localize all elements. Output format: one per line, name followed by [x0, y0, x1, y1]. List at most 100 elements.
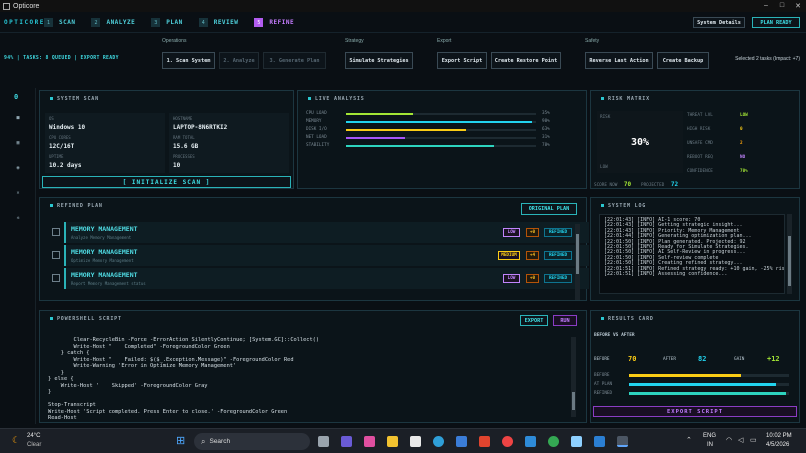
result-bar-track: [629, 374, 789, 377]
log-scrollbar[interactable]: [787, 214, 792, 294]
plan-checkbox[interactable]: [52, 251, 60, 259]
brave-icon[interactable]: [479, 436, 490, 447]
notepad-icon[interactable]: [571, 436, 582, 447]
plan-item[interactable]: MEMORY MANAGEMENT Report Memory Managemen…: [52, 268, 597, 289]
plan-checkbox[interactable]: [52, 274, 60, 282]
minimize-button[interactable]: –: [758, 2, 774, 10]
before-label: BEFORE: [594, 357, 610, 362]
reverse-last-action-button[interactable]: Reverse Last Action: [585, 52, 653, 69]
export-script-button[interactable]: Export Script: [437, 52, 487, 69]
step-plan[interactable]: 3 PLAN: [151, 18, 182, 27]
panel-title: RISK MATRIX: [601, 96, 650, 102]
bar-track: [346, 145, 536, 147]
system-log-panel: SYSTEM LOG [22:01:43] [INFO] AI-1 score:…: [590, 197, 800, 301]
title-bar: Opticore – □ ✕: [0, 0, 806, 12]
step-refine[interactable]: 5 REFINE: [254, 18, 294, 27]
export-button[interactable]: EXPORT: [520, 315, 548, 326]
initialize-scan-button[interactable]: [ INITIALIZE SCAN ]: [42, 176, 291, 188]
teams-icon[interactable]: [341, 436, 352, 447]
step-review[interactable]: 4 REVIEW: [198, 18, 239, 27]
risk-gauge: RISK 30% LOW: [597, 111, 683, 173]
step-analyze[interactable]: 2 ANALYZE: [91, 18, 135, 27]
copilot-icon[interactable]: [364, 436, 375, 447]
chevron-up-icon[interactable]: ⌃: [686, 436, 692, 444]
simulate-strategies-button[interactable]: Simulate Strategies: [345, 52, 413, 69]
search-box[interactable]: ⌕ Search: [194, 433, 310, 450]
weather-desc[interactable]: Clear: [27, 442, 41, 448]
original-plan-button[interactable]: ORIGINAL PLAN: [521, 203, 577, 215]
generate-plan-button[interactable]: 3. Generate Plan: [263, 52, 326, 69]
create-restore-point-button[interactable]: Create Restore Point: [491, 52, 561, 69]
after-label: AFTER: [663, 357, 676, 362]
clock-date[interactable]: 4/5/2026: [766, 442, 789, 448]
clock-time[interactable]: 10:02 PM: [766, 433, 792, 439]
selected-tasks-info: Selected 2 tasks (Impact: +7): [735, 56, 800, 62]
result-bar-label: AT PLAN: [594, 382, 613, 387]
windows-start-icon[interactable]: ⊞: [176, 436, 187, 447]
square-icon[interactable]: ■: [15, 115, 21, 121]
weather-temp[interactable]: 24°C: [27, 433, 40, 439]
plan-item[interactable]: MEMORY MANAGEMENT Optimize Memory Managem…: [52, 245, 597, 266]
bar-fill: [346, 137, 405, 139]
script-code[interactable]: Clear-RecycleBin -Force -ErrorAction Sil…: [48, 337, 578, 427]
step-scan[interactable]: 1 SCAN: [44, 18, 75, 27]
script-scrollbar[interactable]: [571, 337, 576, 417]
lang-primary[interactable]: ENG: [703, 433, 716, 439]
field-key: CPU CORES: [49, 135, 71, 140]
bar-percent: 78%: [542, 143, 550, 148]
x-icon[interactable]: ✕: [15, 190, 21, 196]
app-icon-a[interactable]: [525, 436, 536, 447]
analyze-button[interactable]: 2. Analyze: [219, 52, 259, 69]
chrome-profile-icon[interactable]: [548, 436, 559, 447]
system-details-button[interactable]: System Details: [693, 17, 745, 28]
plan-card[interactable]: MEMORY MANAGEMENT Optimize Memory Managem…: [64, 245, 589, 266]
field-value: LAPTOP-8N6RTKI2: [173, 124, 228, 131]
plan-subtitle: Optimize Memory Management: [71, 258, 134, 263]
gauge-icon[interactable]: ◉: [15, 165, 21, 171]
risk-row: REBOOT REQ NO: [687, 155, 777, 160]
risk-level-badge: LOW: [503, 228, 520, 237]
field-key: RAM TOTAL: [173, 135, 195, 140]
risk-key: THREAT LVL: [687, 113, 713, 118]
chrome-icon[interactable]: [502, 436, 513, 447]
create-backup-button[interactable]: Create Backup: [657, 52, 709, 69]
grid-icon[interactable]: ▦: [15, 140, 21, 146]
panel-title: SYSTEM SCAN: [50, 96, 99, 102]
scan-field-processes: PROCESSES 10: [169, 151, 289, 173]
battery-icon[interactable]: ▭: [750, 436, 757, 444]
close-button[interactable]: ✕: [790, 2, 806, 10]
store-icon[interactable]: [410, 436, 421, 447]
file-explorer-icon[interactable]: [387, 436, 398, 447]
visual-studio-icon[interactable]: [456, 436, 467, 447]
step-number: 1: [44, 18, 53, 27]
plan-card[interactable]: MEMORY MANAGEMENT Analyze Memory Manageme…: [64, 222, 589, 243]
step-label: ANALYZE: [106, 19, 136, 26]
gear-icon[interactable]: ✲: [15, 215, 21, 221]
step-number: 5: [254, 18, 264, 27]
projected-label: PROJECTED: [641, 183, 665, 188]
risk-row: CONFIDENCE 70%: [687, 169, 777, 174]
result-bar-fill: [629, 383, 777, 386]
refined-badge: REFINED: [544, 274, 572, 283]
scan-system-button[interactable]: 1. Scan System: [162, 52, 215, 69]
score-now-label: SCORE NOW: [594, 183, 618, 188]
plan-checkbox[interactable]: [52, 228, 60, 236]
maximize-button[interactable]: □: [774, 2, 790, 10]
lang-secondary[interactable]: IN: [707, 442, 713, 448]
risk-row: THREAT LVL LOW: [687, 113, 777, 118]
risk-value: 0: [740, 127, 743, 132]
volume-icon[interactable]: ◁: [738, 436, 743, 444]
plan-scrollbar[interactable]: [575, 224, 580, 300]
plan-ready-button[interactable]: PLAN READY: [752, 17, 800, 28]
plan-item[interactable]: MEMORY MANAGEMENT Analyze Memory Manageme…: [52, 222, 597, 243]
opticore-taskbar-icon[interactable]: [617, 436, 628, 447]
wifi-icon[interactable]: ◠: [726, 436, 732, 444]
export-script-results-button[interactable]: EXPORT SCRIPT: [593, 406, 797, 417]
plan-card[interactable]: MEMORY MANAGEMENT Report Memory Managemen…: [64, 268, 589, 289]
risk-key: CONFIDENCE: [687, 169, 713, 174]
edge-icon[interactable]: [433, 436, 444, 447]
vscode-icon[interactable]: [594, 436, 605, 447]
weather-icon[interactable]: ☾: [12, 435, 20, 446]
run-button[interactable]: RUN: [553, 315, 577, 326]
task-view-icon[interactable]: [318, 436, 329, 447]
